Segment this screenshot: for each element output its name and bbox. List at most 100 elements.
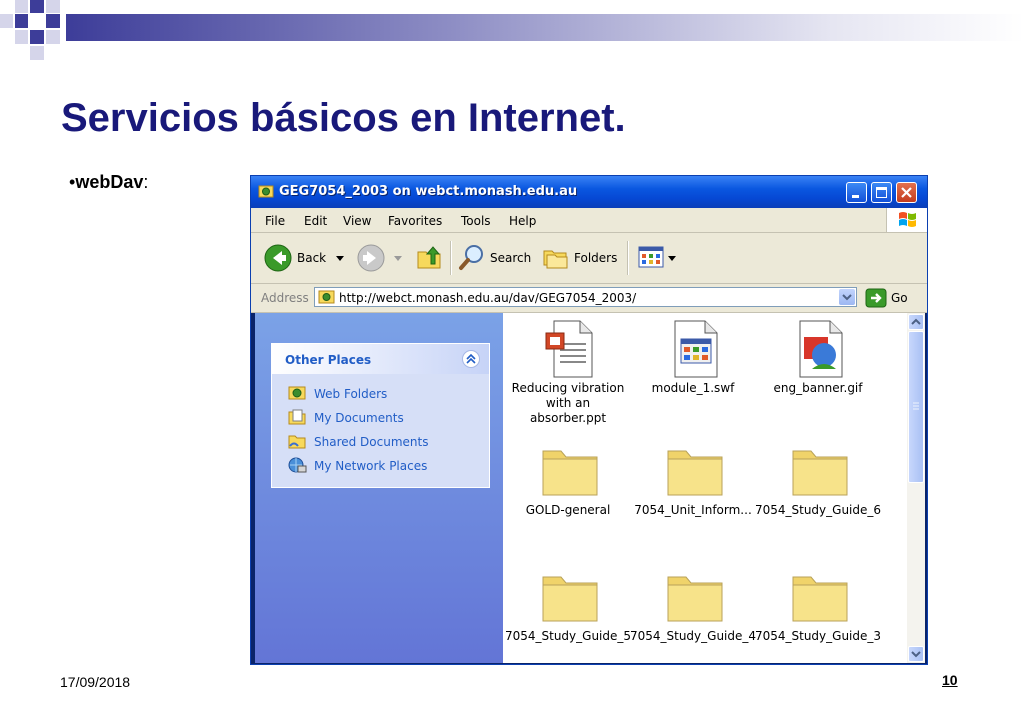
title-bar[interactable]: GEG7054_2003 on webct.monash.edu.au <box>251 176 927 208</box>
deco-square <box>15 0 28 13</box>
forward-button[interactable] <box>356 242 404 274</box>
other-places-title: Other Places <box>285 353 372 367</box>
arrow-down-icon <box>911 651 921 658</box>
scroll-up-button[interactable] <box>908 314 924 330</box>
file-name: 7054_Study_Guide_6 <box>754 503 882 517</box>
folders-button[interactable]: Folders <box>541 242 621 274</box>
folder-icon <box>542 450 598 496</box>
maximize-icon <box>876 187 887 198</box>
address-label: Address <box>261 291 309 305</box>
place-label: My Network Places <box>314 459 428 473</box>
file-name: 7054_Unit_Inform... <box>634 503 752 517</box>
menu-bar: File Edit View Favorites Tools Help <box>251 208 927 233</box>
slide-number: 10 <box>942 672 958 688</box>
up-folder-button[interactable] <box>414 242 444 274</box>
place-my-network-places[interactable]: My Network Places <box>287 456 427 476</box>
file-name-line: with an <box>545 396 591 410</box>
back-button[interactable]: Back <box>263 242 345 274</box>
close-button[interactable] <box>896 182 917 203</box>
windows-flag-icon <box>899 212 916 227</box>
folder-item[interactable]: GOLD-general <box>503 441 633 521</box>
task-pane: Other Places Web Folders My Documents Sh… <box>255 313 503 663</box>
menu-view[interactable]: View <box>343 214 371 228</box>
file-item[interactable]: module_1.swf <box>628 319 758 399</box>
other-places-panel: Other Places Web Folders My Documents Sh… <box>271 343 490 488</box>
place-label: Shared Documents <box>314 435 429 449</box>
search-button[interactable]: Search <box>457 242 533 274</box>
menu-edit[interactable]: Edit <box>304 214 327 228</box>
address-bar: Address http://webct.monash.edu.au/dav/G… <box>251 284 927 313</box>
vertical-scrollbar[interactable] <box>907 313 925 663</box>
folder-icon <box>542 576 598 622</box>
deco-square <box>46 14 60 28</box>
file-item[interactable]: Reducing vibration with an absorber.ppt <box>503 319 633 429</box>
views-button[interactable] <box>636 242 678 274</box>
folder-icon <box>667 450 723 496</box>
folder-item[interactable]: 7054_Study_Guide_3 <box>753 567 883 647</box>
go-arrow-icon <box>865 288 887 308</box>
address-dropdown-button[interactable] <box>839 289 855 305</box>
maximize-button[interactable] <box>871 182 892 203</box>
folder-item[interactable]: 7054_Study_Guide_4 <box>628 567 758 647</box>
file-item[interactable]: eng_banner.gif <box>753 319 883 399</box>
folder-icon <box>792 450 848 496</box>
place-web-folders[interactable]: Web Folders <box>287 384 387 404</box>
file-name: GOLD-general <box>525 503 611 517</box>
toolbar: Back Search Folders <box>251 233 927 284</box>
folder-icon <box>667 576 723 622</box>
chevron-down-icon <box>668 256 676 261</box>
deco-square <box>15 30 28 44</box>
explorer-window: GEG7054_2003 on webct.monash.edu.au File… <box>250 175 928 665</box>
views-icon <box>638 246 664 268</box>
go-label: Go <box>891 291 908 305</box>
minimize-button[interactable] <box>846 182 867 203</box>
menu-tools[interactable]: Tools <box>461 214 491 228</box>
web-folders-icon <box>288 386 306 400</box>
search-icon <box>459 245 483 270</box>
toolbar-separator <box>450 241 452 275</box>
web-folder-icon <box>318 290 335 304</box>
folder-item[interactable]: 7054_Study_Guide_5 <box>503 567 633 647</box>
go-button[interactable]: Go <box>863 288 923 308</box>
forward-arrow-icon <box>357 244 385 272</box>
my-documents-icon <box>288 409 306 425</box>
deco-square <box>46 30 60 44</box>
chevron-up-icon <box>466 353 476 364</box>
folder-item[interactable]: 7054_Unit_Inform... <box>628 441 758 521</box>
grip-icon <box>913 402 919 410</box>
deco-square <box>30 0 44 13</box>
chevron-down-icon <box>336 256 344 261</box>
menu-help[interactable]: Help <box>509 214 536 228</box>
file-name: module_1.swf <box>651 381 735 395</box>
arrow-up-icon <box>911 318 921 325</box>
file-name-line: absorber.ppt <box>529 411 607 425</box>
bullet-webdav: •webDav: <box>69 172 148 193</box>
gif-file-icon <box>799 320 843 378</box>
file-name-line: Reducing vibration <box>511 381 625 395</box>
collapse-button[interactable] <box>462 350 480 368</box>
search-label: Search <box>490 251 532 265</box>
place-shared-documents[interactable]: Shared Documents <box>287 432 428 452</box>
menu-favorites[interactable]: Favorites <box>388 214 442 228</box>
chevron-down-icon <box>394 256 402 261</box>
scroll-down-button[interactable] <box>908 646 924 662</box>
title-gradient-bar <box>66 14 1024 41</box>
deco-square <box>30 30 44 44</box>
file-list: Reducing vibration with an absorber.ppt … <box>503 313 907 663</box>
bullet-suffix: : <box>143 172 149 192</box>
address-input[interactable]: http://webct.monash.edu.au/dav/GEG7054_2… <box>314 287 857 307</box>
place-my-documents[interactable]: My Documents <box>287 408 404 428</box>
address-value: http://webct.monash.edu.au/dav/GEG7054_2… <box>339 291 637 305</box>
folder-item[interactable]: 7054_Study_Guide_6 <box>753 441 883 521</box>
slide-title: Servicios básicos en Internet. <box>61 96 626 140</box>
close-icon <box>901 187 912 198</box>
minimize-icon <box>852 195 859 198</box>
other-places-header[interactable]: Other Places <box>272 344 489 374</box>
powerpoint-file-icon <box>545 320 593 378</box>
menu-file[interactable]: File <box>265 214 285 228</box>
windows-logo <box>886 208 927 232</box>
chevron-down-icon <box>842 294 852 301</box>
shared-documents-icon <box>288 435 306 449</box>
scroll-thumb[interactable] <box>908 331 924 483</box>
toolbar-separator <box>627 241 629 275</box>
